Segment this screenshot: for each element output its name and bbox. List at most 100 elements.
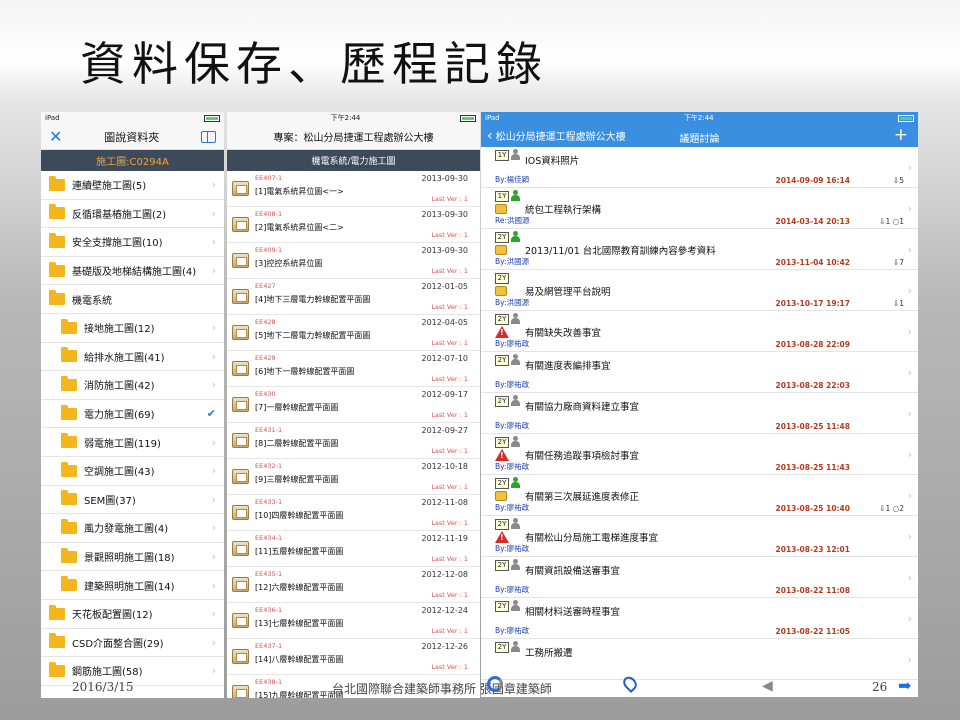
folder-row[interactable]: 連續壁施工圖(5) › (41, 171, 224, 200)
folder-label: 機電系統 (72, 295, 112, 307)
drawing-code: EE428 (255, 318, 276, 326)
folder-row[interactable]: SEM圖(37) › (41, 486, 224, 515)
page-number: 26 (872, 680, 888, 694)
folder-row[interactable]: 天花板配置圖(12) › (41, 600, 224, 629)
folder-label: 電力施工圖(69) (84, 410, 155, 422)
drawing-row[interactable]: EE430 [7]一層幹線配置平面圖 2012-09-17 Last Ver : 1 (227, 387, 480, 423)
chevron-right-icon: › (211, 607, 216, 621)
folder-row[interactable]: 安全支撐施工圖(10) › (41, 228, 224, 257)
folder-row[interactable]: 接地施工圖(12) › (41, 314, 224, 343)
topic-row[interactable]: 2Y 相關材料送審時程事宜 By:廖祐政 2013-08-22 11:05 › (481, 598, 918, 639)
year-tag: 2Y (495, 355, 509, 366)
person-icon (511, 559, 520, 570)
year-tag: 2Y (495, 642, 509, 653)
topic-row[interactable]: 2Y 有關第三次展延進度表修正 By:廖祐政 2013-08-25 10:40 ⇩1 ○… (481, 475, 918, 516)
folder-row[interactable]: 基礎版及地梯結構施工圖(4) › (41, 257, 224, 286)
status-time: 下午2:44 (683, 114, 714, 122)
folder-screen: iPad ✕ 圖說資料夾 施工圖:C0294A 連續壁施工圖(5) › 反循環基樁施… (41, 112, 224, 698)
drawing-row[interactable]: EE433-1 [10]四層幹線配置平面圖 2012-11-08 Last Ver :… (227, 495, 480, 531)
topic-row[interactable]: 1Y 統包工程執行架構 Re:洪國源 2014-03-14 20:13 ⇩1 ○1 › (481, 188, 918, 229)
folder-icon (49, 175, 65, 191)
topic-row[interactable]: 2Y 有關資訊設備送審事宜 By:廖祐政 2013-08-22 11:08 › (481, 557, 918, 598)
topic-title: 有關松山分局施工電梯進度事宜 (525, 533, 659, 544)
previous-arrow-icon[interactable]: ◀ (762, 678, 773, 694)
folder-row[interactable]: 機電系統 (41, 285, 224, 314)
drawing-row[interactable]: EE437-1 [14]八層幹線配置平面圖 2012-12-26 Last Ver :… (227, 639, 480, 675)
chevron-right-icon: › (211, 235, 216, 249)
category-path: 機電系統/電力施工圖 (227, 150, 480, 171)
folder-row[interactable]: 風力發電施工圖(4) › (41, 514, 224, 543)
drawing-row[interactable]: EE427 [4]地下三層電力幹線配置平面圖 2012-01-05 Last Ver … (227, 279, 480, 315)
topic-row[interactable]: 2Y 有關協力廠商資料建立事宜 By:廖祐政 2013-08-25 11:48 › (481, 393, 918, 434)
drawing-name: [9]三層幹線配置平面圖 (255, 475, 339, 484)
topic-row[interactable]: 2Y 有關松山分局施工電梯進度事宜By:廖祐政 2013-08-23 12:01 › (481, 516, 918, 557)
drawing-row[interactable]: EE436-1 [13]七層幹線配置平面圖 2012-12-24 Last Ver :… (227, 603, 480, 639)
drawing-row[interactable]: EE431-1 [8]二層幹線配置平面圖 2012-09-27 Last Ver : … (227, 423, 480, 459)
person-icon (511, 518, 520, 529)
folder-row[interactable]: 景觀照明施工圖(18) › (41, 543, 224, 572)
drawing-row[interactable]: EE408-1 [2]電氣系統昇位圖<二> 2013-09-30 Last Ver :… (227, 207, 480, 243)
topic-stats: ⇩1 ○1 (879, 217, 904, 226)
drawing-name: [8]二層幹線配置平面圖 (255, 439, 339, 448)
folder-row[interactable]: 空調施工圖(43) › (41, 457, 224, 486)
drawing-date: 2012-10-18 (421, 462, 469, 471)
folder-row[interactable]: 消防施工圖(42) › (41, 371, 224, 400)
back-button[interactable]: ‹ 松山分局捷運工程處辦公大樓 (487, 128, 626, 144)
close-icon[interactable]: ✕ (49, 127, 62, 146)
footer-author: 台北國際聯合建築師事務所 張國章建築師 (332, 682, 552, 696)
drawing-name: [2]電氣系統昇位圖<二> (255, 223, 344, 232)
folder-label: 天花板配置圖(12) (72, 610, 153, 622)
person-icon (511, 354, 520, 365)
folder-row[interactable]: 反循環基樁施工圖(2) › (41, 200, 224, 229)
folder-icon (61, 518, 77, 534)
topic-row[interactable]: 2Y 有關任務追蹤事項檢討事宜By:廖祐政 2013-08-25 11:43 › (481, 434, 918, 475)
chevron-right-icon: › (211, 635, 216, 649)
topic-row[interactable]: 1Y IOS資料照片 By:楊佳穎 2014-09-09 16:14 ⇩5 › (481, 147, 918, 188)
folder-icon (49, 204, 65, 220)
drawing-code: EE434-1 (255, 534, 283, 542)
topic-row[interactable]: 2Y 2013/11/01 台北國際教育訓練內容參考資料 By:洪國源 2013-11… (481, 229, 918, 270)
folder-row[interactable]: CSD介面整合圖(29) › (41, 629, 224, 658)
drawing-date: 2012-11-19 (421, 534, 469, 543)
next-arrow-icon[interactable]: ➡ (898, 676, 911, 695)
drawing-row[interactable]: EE407-1 [1]電氣系統昇位圖<一> 2013-09-30 Last Ver :… (227, 171, 480, 207)
year-tag: 2Y (495, 314, 509, 325)
topic-title: 工務所搬遷 (525, 648, 573, 659)
add-topic-button[interactable]: + (894, 125, 908, 145)
folder-label: CSD介面整合圖(29) (72, 638, 164, 650)
chevron-right-icon: › (907, 612, 912, 625)
book-icon[interactable] (201, 130, 216, 143)
drawing-row[interactable]: EE432-1 [9]三層幹線配置平面圖 2012-10-18 Last Ver : … (227, 459, 480, 495)
folder-row[interactable]: 弱電施工圖(119) › (41, 428, 224, 457)
folder-icon (61, 318, 77, 334)
drawing-row[interactable]: EE429 [6]地下一層幹線配置平面圖 2012-07-10 Last Ver : … (227, 351, 480, 387)
drawing-code: EE407-1 (255, 174, 283, 182)
drawing-name: [11]五層幹線配置平面圖 (255, 547, 344, 556)
folder-row[interactable]: 電力施工圖(69) ✔ (41, 400, 224, 429)
warning-icon (495, 326, 509, 338)
folder-row[interactable]: 建築照明施工圖(14) › (41, 571, 224, 600)
topic-date: 2014-09-09 16:14 (775, 176, 850, 185)
topic-author: By:廖祐政 (495, 380, 530, 389)
person-icon (511, 477, 520, 488)
chevron-right-icon: › (907, 202, 912, 215)
drawing-file-icon (232, 217, 249, 232)
project-title: 專案：松山分局捷運工程處辦公大樓 (227, 124, 480, 150)
drawing-file-icon (232, 325, 249, 340)
drawing-date: 2012-11-08 (421, 498, 469, 507)
drawing-code: EE437-1 (255, 642, 283, 650)
topic-row[interactable]: 2Y 有關進度表編排事宜 By:廖祐政 2013-08-28 22:03 › (481, 352, 918, 393)
topic-row[interactable]: 2Y 易及網管理平台說明 By:洪國源 2013-10-17 19:17 ⇩1 › (481, 270, 918, 311)
person-icon (511, 641, 520, 652)
drawing-row[interactable]: EE434-1 [11]五層幹線配置平面圖 2012-11-19 Last Ver :… (227, 531, 480, 567)
folder-row[interactable]: 給排水施工圖(41) › (41, 343, 224, 372)
drawing-row[interactable]: EE435-1 [12]六層幹線配置平面圖 2012-12-08 Last Ver :… (227, 567, 480, 603)
status-bar: iPad (41, 112, 224, 124)
drawing-date: 2012-07-10 (421, 354, 469, 363)
chevron-right-icon: › (211, 435, 216, 449)
drawing-version: Last Ver : 1 (431, 447, 468, 455)
drawing-row[interactable]: EE409-1 [3]控控系統昇位圖 2013-09-30 Last Ver : 1 (227, 243, 480, 279)
drawing-row[interactable]: EE428 [5]地下二層電力幹線配置平面圖 2012-04-05 Last Ver … (227, 315, 480, 351)
topic-row[interactable]: 2Y 工務所搬遷 › (481, 639, 918, 680)
topic-row[interactable]: 2Y 有關缺失改善事宜By:廖祐政 2013-08-28 22:09 › (481, 311, 918, 352)
